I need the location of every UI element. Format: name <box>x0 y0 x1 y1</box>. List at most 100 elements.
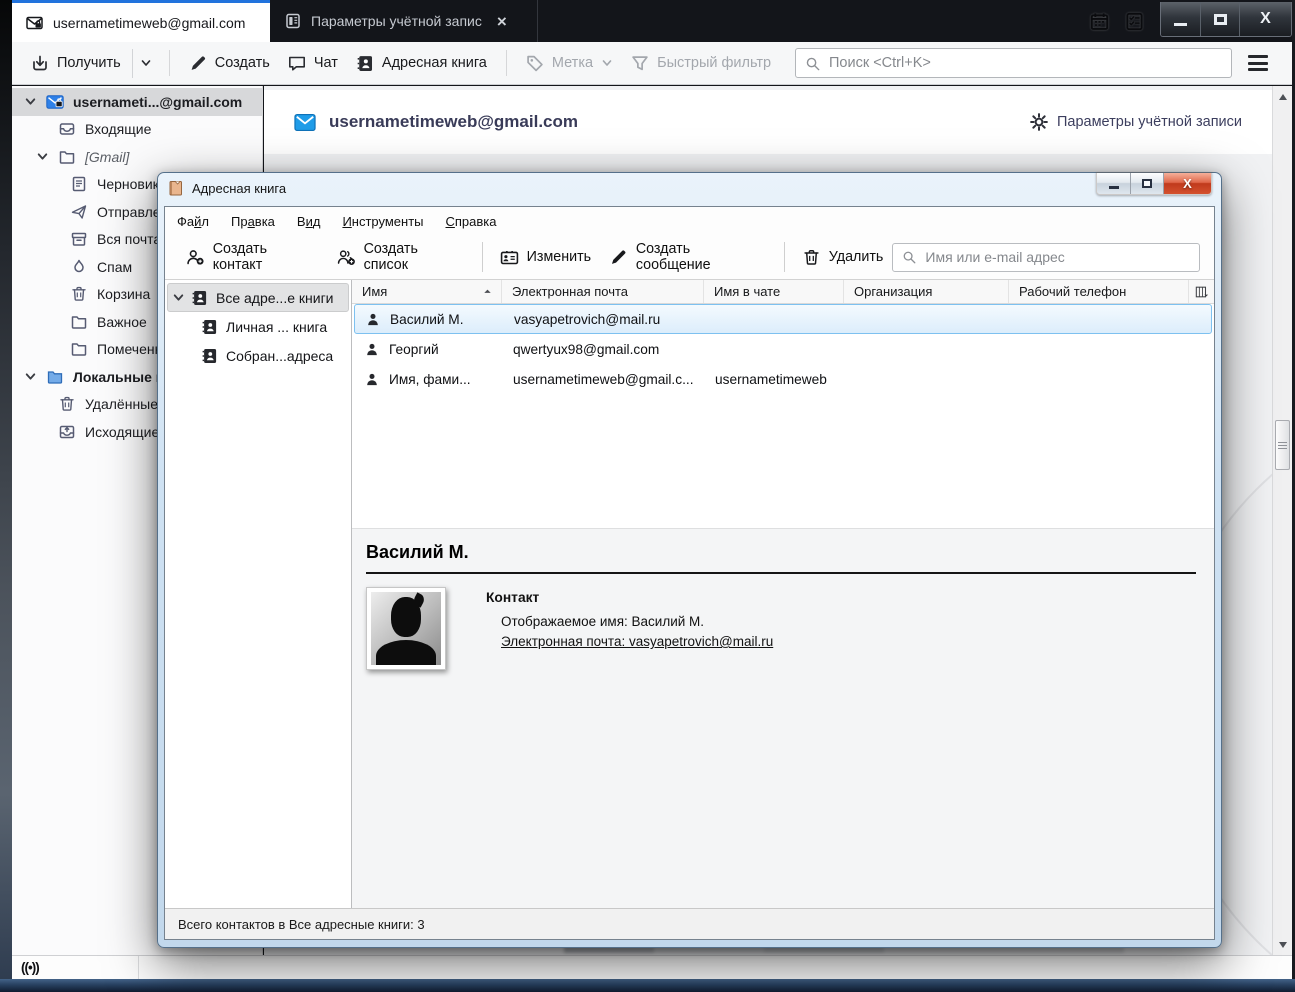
ab-maximize-button[interactable] <box>1130 173 1163 194</box>
compose-label: Создать <box>215 55 270 71</box>
contact-row[interactable]: Василий М. vasyapetrovich@mail.ru <box>354 304 1212 334</box>
settings-card-icon <box>284 13 302 29</box>
column-header-4[interactable]: Рабочий телефон <box>1008 280 1188 303</box>
abook-icon <box>201 319 218 335</box>
folder-blue-icon <box>46 369 64 385</box>
sidebar-item-label: Важное <box>97 314 147 330</box>
global-search-input[interactable] <box>827 54 1222 72</box>
column-header-2[interactable]: Имя в чате <box>703 280 843 303</box>
ab-close-button[interactable]: X <box>1163 173 1211 194</box>
tag-label: Метка <box>552 55 593 71</box>
calendar-icon[interactable] <box>1090 12 1109 31</box>
contact-cell: usernametimeweb <box>705 364 845 394</box>
menu-help[interactable]: Справка <box>446 214 497 229</box>
contact-cell <box>846 305 1011 333</box>
account-settings-link[interactable]: Параметры учётной записи <box>1030 113 1242 131</box>
contact-email-link[interactable]: Электронная почта: vasyapetrovich@mail.r… <box>501 634 773 649</box>
contact-detail-info: Контакт Отображаемое имя: Василий М. Эле… <box>486 587 773 670</box>
scroll-down-arrow[interactable] <box>1273 936 1292 953</box>
menu-tools[interactable]: Инструменты <box>342 214 423 229</box>
contact-cell-text: Василий М. <box>390 312 464 327</box>
tab-bar: usernametimeweb@gmail.comПараметры учётн… <box>12 0 1292 42</box>
gear-icon <box>1030 113 1048 131</box>
sidebar-item-label: Локальные п <box>73 369 164 385</box>
tab-account-settings[interactable]: Параметры учётной запис× <box>270 0 538 42</box>
sidebar-item-gmail[interactable]: [Gmail] <box>12 143 262 171</box>
tree-item-label: Собран...адреса <box>226 348 333 364</box>
contact-cell-text: vasyapetrovich@mail.ru <box>514 312 660 327</box>
contact-table-header: Имя Электронная почта Имя в чате Организаци… <box>352 280 1214 304</box>
chevron-down-icon <box>140 57 152 69</box>
contact-row[interactable]: Имя, фами...usernametimeweb@gmail.c...us… <box>354 364 1212 394</box>
create-contact-button[interactable]: Создать контакт <box>177 235 328 279</box>
column-header-label: Электронная почта <box>512 284 628 299</box>
compose-button[interactable]: Создать <box>180 49 279 78</box>
search-icon <box>805 56 820 71</box>
window-frame-left <box>0 0 12 992</box>
menu-file[interactable]: Файл <box>177 214 209 229</box>
person-icon <box>364 372 380 387</box>
chat-button[interactable]: Чат <box>279 49 347 78</box>
menu-view[interactable]: Вид <box>297 214 321 229</box>
contact-cell <box>705 334 845 364</box>
address-book-list-pane: Имя Электронная почта Имя в чате Организаци… <box>352 280 1214 908</box>
chevron-icon[interactable] <box>172 291 185 304</box>
maximize-icon <box>1142 179 1152 188</box>
trash-icon <box>58 396 76 412</box>
chevron-icon[interactable] <box>24 95 37 108</box>
address-book-window-controls: X <box>1096 172 1212 195</box>
scroll-up-arrow[interactable] <box>1273 88 1292 105</box>
tab-mail[interactable]: usernametimeweb@gmail.com <box>12 0 270 42</box>
sidebar-item-label: usernameti...@gmail.com <box>73 94 242 110</box>
sidebar-item-label: Отправле <box>97 204 161 220</box>
abook-tree-item-collected-addresses[interactable]: Собран...адреса <box>167 341 349 370</box>
quick-filter-button[interactable]: Быстрый фильтр <box>622 49 780 78</box>
contact-cell-text: usernametimeweb@gmail.c... <box>513 372 694 387</box>
toolbar-separator <box>506 50 507 76</box>
person-icon <box>364 342 380 357</box>
toolbar-separator <box>169 50 170 76</box>
column-header-label: Имя <box>362 284 387 299</box>
contact-search-input[interactable] <box>923 248 1190 266</box>
column-header-label: Организация <box>854 284 932 299</box>
column-header-0[interactable]: Имя <box>352 280 501 303</box>
ab-minimize-button[interactable] <box>1097 173 1130 194</box>
minimize-button[interactable] <box>1161 2 1200 36</box>
get-mail-dropdown[interactable] <box>132 49 159 78</box>
menu-edit[interactable]: Правка <box>231 214 275 229</box>
column-header-1[interactable]: Электронная почта <box>501 280 703 303</box>
button-label: Создать контакт <box>213 241 319 273</box>
close-button[interactable]: X <box>1239 2 1291 36</box>
contact-search <box>892 243 1200 272</box>
scrollbar-thumb[interactable] <box>1275 420 1290 470</box>
delete-button[interactable]: Удалить <box>793 243 893 272</box>
column-header-3[interactable]: Организация <box>843 280 1008 303</box>
address-book-button[interactable]: Адресная книга <box>347 49 496 78</box>
get-mail-button[interactable]: Получить <box>22 49 130 78</box>
tag-button[interactable]: Метка <box>517 49 622 78</box>
chevron-icon[interactable] <box>24 370 37 383</box>
address-book-titlebar[interactable]: Адресная книга <box>158 173 1221 203</box>
edit-button[interactable]: Изменить <box>491 243 601 272</box>
tab-close-icon[interactable]: × <box>497 13 507 30</box>
sidebar-item-inbox[interactable]: Входящие <box>12 116 262 144</box>
column-header-label: Рабочий телефон <box>1019 284 1126 299</box>
address-book-label: Адресная книга <box>382 55 487 71</box>
vertical-scrollbar[interactable] <box>1272 86 1292 955</box>
tasks-icon[interactable] <box>1125 12 1144 31</box>
abook-tree-item-personal-book[interactable]: Личная ... книга <box>167 312 349 341</box>
chevron-icon[interactable] <box>36 150 49 163</box>
contact-row[interactable]: Георгийqwertyux98@gmail.com <box>354 334 1212 364</box>
trash-icon <box>802 249 821 266</box>
create-list-button[interactable]: Создать список <box>328 235 474 279</box>
address-book-toolbar: Создать контакт Создать список ИзменитьСоз… <box>165 235 1214 280</box>
online-status[interactable]: ((•)) <box>12 956 139 979</box>
column-header-label: Имя в чате <box>714 284 780 299</box>
app-menu-button[interactable] <box>1248 55 1268 71</box>
abook-tree-item-all-books[interactable]: Все адре...е книги <box>167 283 349 312</box>
write-message-button[interactable]: Создать сообщение <box>600 235 776 279</box>
minimize-icon <box>1109 186 1119 189</box>
sidebar-item-account[interactable]: usernameti...@gmail.com <box>12 88 262 116</box>
column-picker-button[interactable] <box>1188 280 1214 303</box>
maximize-button[interactable] <box>1200 2 1239 36</box>
